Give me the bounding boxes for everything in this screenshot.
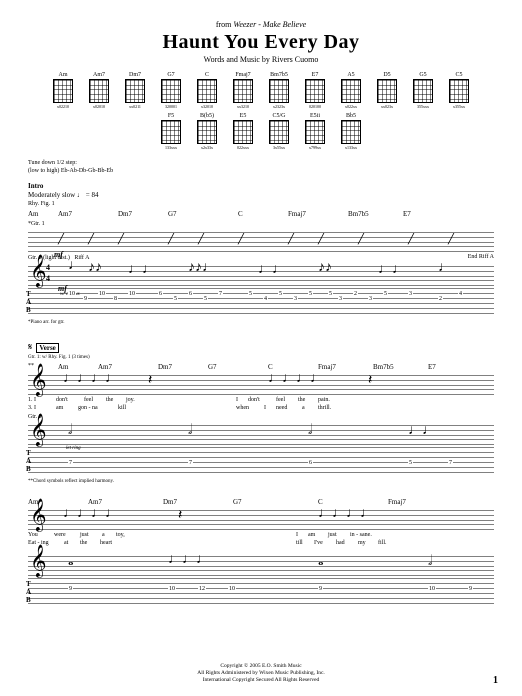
verse2-lyrics-b: Eat - ing at the heart till I've had my …: [28, 540, 494, 546]
tab-label-icon: TAB: [26, 290, 31, 314]
copy-l3: International Copyright Secured All Righ…: [0, 677, 522, 684]
intro-label: Intro: [28, 182, 494, 190]
verse1-staff-vocal: 𝄞 ♩♩♩♩ 𝄽 ♩♩♩♩ 𝄽: [28, 371, 494, 395]
treble-clef-icon: 𝄞: [30, 367, 47, 395]
verse2-staff-vocal: 𝄞 ♩♩♩♩ 𝄽 ♩♩♩♩: [28, 506, 494, 530]
verse1-tab: TAB 7 7 6 5 7: [28, 447, 494, 477]
chord-Bm7b5: Bm7b5x2323x: [266, 72, 292, 109]
intro-staff-gtr2: 𝄞 44 ♩ ♪♪ ♩♩ ♪♪♩ ♩♩ ♪♪ ♩♩ ♩ mf End Riff …: [28, 262, 494, 286]
chord-A5: A5x022xx: [338, 72, 364, 109]
verse-label: Verse: [36, 343, 58, 353]
credit-line: Words and Music by Rivers Cuomo: [28, 55, 494, 64]
verse-sub: Gtr. 1: w/ Rhy. Fig. 1 (3 times): [28, 355, 494, 360]
song-title: Haunt You Every Day: [28, 31, 494, 54]
chord-D5: D5xx023x: [374, 72, 400, 109]
copyright: Copyright © 2005 E.O. Smith Music All Ri…: [0, 663, 522, 684]
chord-Bb5: Bb5x133xx: [338, 113, 364, 150]
end-riffa: End Riff A: [468, 254, 494, 260]
verse2-chords: Am Am7 Dm7 G7 C Fmaj7: [28, 498, 494, 506]
chord-E7: E7020100: [302, 72, 328, 109]
chord-Am: Amx02210: [50, 72, 76, 109]
tab-label-icon: TAB: [26, 580, 31, 604]
intro-chords: Am Am7 Dm7 G7 C Fmaj7 Bm7b5 E7 End Rhy. …: [28, 210, 494, 218]
time-sig: 44: [46, 262, 50, 284]
dyn-mf: mf: [54, 250, 63, 259]
album-line: from Weezer - Make Believe: [28, 20, 494, 29]
album-text: Weezer - Make Believe: [233, 20, 306, 29]
tuning-l1: Tune down 1/2 step:: [28, 160, 494, 168]
verse1-staff-gtr2: 𝄞 𝅗𝅥 𝅗𝅥 𝅗𝅥 ♩♩ let ring: [28, 421, 494, 445]
intro-tab: TAB 10 9 10 8 10 6 5 6 5 7 5 4 5 3 5 5 3…: [28, 288, 494, 318]
chord-C5G: C5/G3x55xx: [266, 113, 292, 150]
chord-Dm7: Dm7xx0211: [122, 72, 148, 109]
verse1-chords: **Am Am7 Dm7 G7 C Fmaj7 Bm7b5 E7: [28, 363, 494, 371]
treble-clef-icon: 𝄞: [30, 417, 47, 445]
intro-staff-gtr1: ╱ ╱ ╱ ╱ ╱ ╱ ╱ ╱ ╱ ╱ ╱ mf: [28, 228, 494, 252]
chord-diagrams: Amx02210 Am7x02010 Dm7xx0211 G7320001 Cx…: [41, 72, 481, 150]
rhy-fig-label: Rhy. Fig. 1: [28, 201, 494, 207]
treble-clef-icon: 𝄞: [30, 258, 47, 286]
chord-C5: C5x355xx: [446, 72, 472, 109]
treble-clef-icon: 𝄞: [30, 548, 47, 576]
chord-E5: E5022xxx: [230, 113, 256, 150]
copy-l1: Copyright © 2005 E.O. Smith Music: [0, 663, 522, 670]
chord-footnote: **Chord symbols reflect implied harmony.: [28, 479, 494, 484]
verse2-tab: TAB 9 10 12 10 9 10 9: [28, 578, 494, 608]
tempo: Moderately slow ♩ = 84: [28, 191, 494, 199]
verse2-lyrics-a: You were just a toy, I am just in - sane…: [28, 532, 494, 538]
chord-Bb5b: B(b5)x2x33x: [194, 113, 220, 150]
from-text: from: [216, 20, 232, 29]
tuning-l2: (low to high) Eb-Ab-Db-Gb-Bb-Eb: [28, 168, 494, 176]
gtr1-label: *Gtr. 1: [28, 221, 494, 227]
chord-G7: G7320001: [158, 72, 184, 109]
chord-F5: F5133xxx: [158, 113, 184, 150]
chord-Fmaj7: Fmaj7xx3210: [230, 72, 256, 109]
header: from Weezer - Make Believe Haunt You Eve…: [28, 20, 494, 64]
chord-G5: G5355xxx: [410, 72, 436, 109]
tab-label-icon: TAB: [26, 449, 31, 473]
treble-clef-icon: 𝄞: [30, 502, 47, 530]
verse1-lyrics-a: 1. I don't feel the joy. I don't feel th…: [28, 397, 494, 403]
verse1-lyrics-b: 3. I am gon - na kill when I need a thri…: [28, 405, 494, 411]
verse-section: 𝄋 Verse Gtr. 1: w/ Rhy. Fig. 1 (3 times): [28, 337, 494, 360]
tuning: Tune down 1/2 step: (low to high) Eb-Ab-…: [28, 160, 494, 176]
intro-footnote: *Piano arr. for gtr.: [28, 320, 494, 325]
verse1-gtr2: Gtr. 2: [28, 414, 494, 420]
page-number: 1: [493, 675, 498, 686]
copy-l2: All Rights Administered by Wixen Music P…: [0, 670, 522, 677]
verse2-staff-gtr2: 𝄞 𝅝 ♩♩♩ 𝅝 𝅗𝅥: [28, 552, 494, 576]
segno-icon: 𝄋: [28, 342, 32, 353]
chord-C: Cx32010: [194, 72, 220, 109]
chord-E5ii: E5iix799xx: [302, 113, 328, 150]
chord-Am7: Am7x02010: [86, 72, 112, 109]
